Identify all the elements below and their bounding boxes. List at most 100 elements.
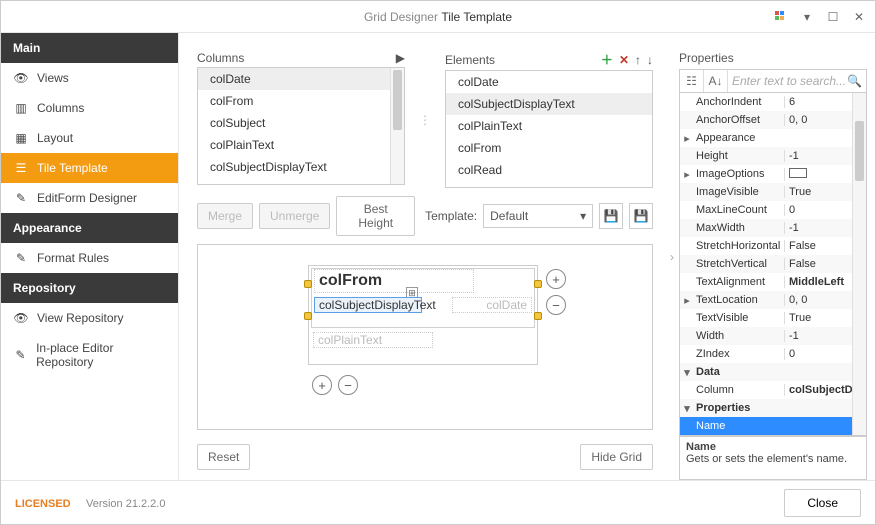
columns-icon: ▥ <box>13 101 29 115</box>
handle-icon[interactable] <box>534 280 542 288</box>
sidebar-item-editform[interactable]: ✎EditForm Designer <box>1 183 178 213</box>
close-button[interactable]: Close <box>784 489 861 517</box>
content-area: Columns ▶ colDatecolFromcolSubjectcolPla… <box>179 33 665 480</box>
layout-icon: ▦ <box>13 131 29 145</box>
columns-list-item[interactable]: colSubject <box>198 112 404 134</box>
handle-icon[interactable] <box>304 280 312 288</box>
window-title: Grid Designer Tile Template <box>364 10 512 24</box>
columns-list-item[interactable]: colFrom <box>198 90 404 112</box>
add-column-button[interactable]: + <box>546 269 566 289</box>
eye-icon: 👁 <box>13 71 29 85</box>
template-combo[interactable]: Default ▾ <box>483 204 593 228</box>
sidebar-item-layout[interactable]: ▦ Layout <box>1 123 178 153</box>
categorized-icon[interactable]: ☷ <box>680 70 704 92</box>
property-row[interactable]: ▸ImageOptions <box>680 165 866 183</box>
search-icon: 🔍 <box>847 74 862 88</box>
sidebar-item-views[interactable]: 👁Views <box>1 63 178 93</box>
elements-list[interactable]: colDatecolSubjectDisplayTextcolPlainText… <box>445 70 653 188</box>
columns-list-item[interactable]: colRead <box>198 178 404 185</box>
add-icon[interactable]: ＋ <box>601 51 613 68</box>
property-row[interactable]: StretchVerticalFalse <box>680 255 866 273</box>
designer-toolbar: Merge Unmerge Best Height Template: Defa… <box>197 196 653 236</box>
cell-colfrom[interactable]: colFrom <box>314 269 474 293</box>
properties-search[interactable]: Enter text to search... 🔍 <box>728 74 866 88</box>
scrollbar[interactable] <box>390 68 404 184</box>
close-icon[interactable]: ✕ <box>851 9 867 25</box>
tile-designer[interactable]: colFrom ⊞ colSubjectDisplayText colDate … <box>197 244 653 430</box>
elements-list-item[interactable]: colPlainText <box>446 115 652 137</box>
columns-list-item[interactable]: colSubjectDisplayText <box>198 156 404 178</box>
save-as-icon[interactable]: 💾 <box>629 203 653 229</box>
remove-column-button[interactable]: − <box>546 295 566 315</box>
licensed-label: LICENSED <box>15 498 71 510</box>
hide-grid-button[interactable]: Hide Grid <box>580 444 653 470</box>
grid-icon[interactable] <box>773 9 789 25</box>
property-category[interactable]: ▾Properties <box>680 399 866 417</box>
elements-panel: Elements ＋ ✕ ↑ ↓ colDatecolSubjectDispla… <box>445 51 653 188</box>
merge-button[interactable]: Merge <box>197 203 253 229</box>
right-splitter[interactable]: › <box>665 33 679 480</box>
sidebar-item-inplace-repo[interactable]: ✎In-place Editor Repository <box>1 333 178 377</box>
save-icon[interactable]: 💾 <box>599 203 623 229</box>
play-icon[interactable]: ▶ <box>396 51 405 65</box>
cell-coldate[interactable]: colDate <box>452 297 532 313</box>
alphabetical-icon[interactable]: A↓ <box>704 70 728 92</box>
tile-outline: colFrom ⊞ colSubjectDisplayText colDate … <box>308 265 538 365</box>
sidebar-item-view-repo[interactable]: 👁View Repository <box>1 303 178 333</box>
property-row[interactable]: ▸TextLocation0, 0 <box>680 291 866 309</box>
handle-icon[interactable] <box>534 312 542 320</box>
desc-text: Gets or sets the element's name. <box>686 453 860 465</box>
property-row[interactable]: AnchorOffset0, 0 <box>680 111 866 129</box>
unmerge-button[interactable]: Unmerge <box>259 203 330 229</box>
columns-list[interactable]: colDatecolFromcolSubjectcolPlainTextcolS… <box>197 67 405 185</box>
property-category[interactable]: ▾Data <box>680 363 866 381</box>
property-row[interactable]: StretchHorizontalFalse <box>680 237 866 255</box>
sidebar-item-tile-template[interactable]: ☰Tile Template <box>1 153 178 183</box>
property-row[interactable]: MaxWidth-1 <box>680 219 866 237</box>
sidebar-item-columns[interactable]: ▥Columns <box>1 93 178 123</box>
handle-icon[interactable] <box>304 312 312 320</box>
cell-colplaintext[interactable]: colPlainText <box>313 332 433 348</box>
property-row[interactable]: ColumncolSubjectDis <box>680 381 866 399</box>
elements-list-item[interactable]: colSubjectDisplayText <box>446 93 652 115</box>
search-placeholder: Enter text to search... <box>732 74 846 88</box>
property-row[interactable]: MaxLineCount0 <box>680 201 866 219</box>
elements-title: Elements <box>445 53 495 67</box>
property-row[interactable]: TextVisibleTrue <box>680 309 866 327</box>
property-row[interactable]: Height-1 <box>680 147 866 165</box>
rules-icon: ✎ <box>13 251 29 265</box>
template-value: Default <box>490 209 528 223</box>
edit-icon: ✎ <box>13 348 28 362</box>
template-label: Template: <box>425 209 477 223</box>
cell-selected[interactable]: colSubjectDisplayText <box>314 297 422 313</box>
property-row[interactable]: Width-1 <box>680 327 866 345</box>
property-row[interactable]: AnchorIndent6 <box>680 93 866 111</box>
reset-button[interactable]: Reset <box>197 444 250 470</box>
elements-list-item[interactable]: colFrom <box>446 137 652 159</box>
elements-list-item[interactable]: colDate <box>446 71 652 93</box>
move-up-icon[interactable]: ↑ <box>635 53 641 67</box>
columns-list-item[interactable]: colPlainText <box>198 134 404 156</box>
sidebar-item-label: Layout <box>37 131 73 145</box>
add-row-button[interactable]: + <box>312 375 332 395</box>
property-category[interactable]: ▾Table Layout <box>680 435 866 436</box>
scrollbar[interactable] <box>852 93 866 435</box>
property-row[interactable]: Name <box>680 417 866 435</box>
properties-grid[interactable]: AnchorIndent6AnchorOffset0, 0▸Appearance… <box>679 93 867 436</box>
property-row[interactable]: ▸Appearance <box>680 129 866 147</box>
dropdown-icon[interactable]: ▾ <box>799 9 815 25</box>
sidebar-item-format-rules[interactable]: ✎Format Rules <box>1 243 178 273</box>
remove-row-button[interactable]: − <box>338 375 358 395</box>
property-row[interactable]: ImageVisibleTrue <box>680 183 866 201</box>
version-label: Version 21.2.2.0 <box>86 498 166 510</box>
elements-list-item[interactable]: colRead <box>446 159 652 181</box>
footer: LICENSED Version 21.2.2.0 Close <box>1 480 875 524</box>
maximize-icon[interactable]: ☐ <box>825 9 841 25</box>
move-down-icon[interactable]: ↓ <box>647 53 653 67</box>
delete-icon[interactable]: ✕ <box>619 53 629 67</box>
property-row[interactable]: ZIndex0 <box>680 345 866 363</box>
splitter[interactable]: ⋮ <box>421 51 429 188</box>
columns-list-item[interactable]: colDate <box>198 68 404 90</box>
property-row[interactable]: TextAlignmentMiddleLeft <box>680 273 866 291</box>
best-height-button[interactable]: Best Height <box>336 196 415 236</box>
